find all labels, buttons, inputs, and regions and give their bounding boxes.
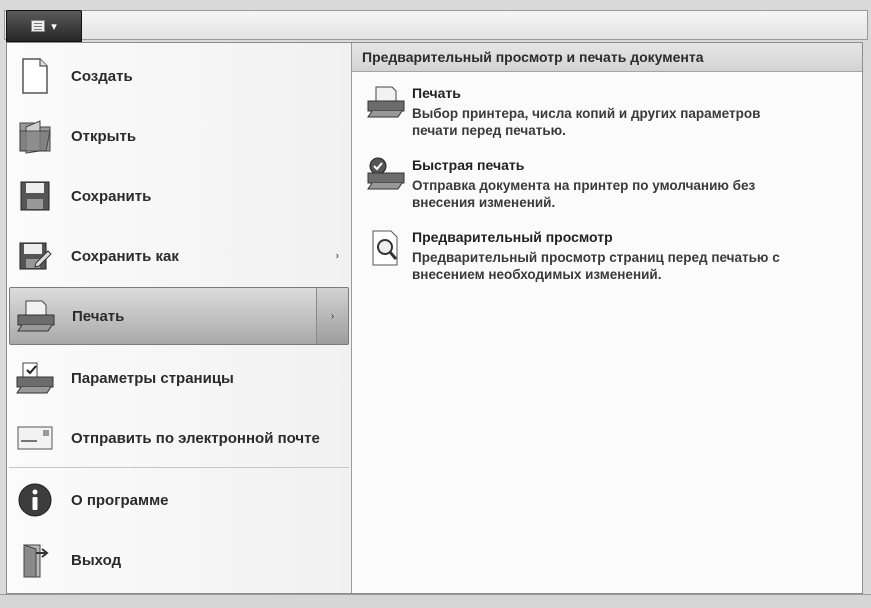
submenu-option-print-preview[interactable]: Предварительный просмотр Предварительный…: [364, 229, 844, 283]
email-icon: [13, 416, 57, 460]
option-title: Быстрая печать: [412, 157, 525, 173]
info-icon: [13, 478, 57, 522]
status-bar: [0, 594, 871, 608]
print-preview-icon: [364, 229, 408, 269]
new-document-icon: [13, 54, 57, 98]
submenu-header: Предварительный просмотр и печать докуме…: [352, 43, 862, 72]
menu-item-label: Сохранить как: [71, 247, 179, 265]
submenu-arrow-button[interactable]: ›: [316, 288, 348, 344]
submenu-panel: Предварительный просмотр и печать докуме…: [351, 43, 862, 593]
option-description: внесением необходимых изменений.: [412, 267, 662, 282]
chevron-down-icon: ▾: [51, 20, 57, 33]
menu-item-save[interactable]: Сохранить: [9, 167, 349, 225]
menu-divider: [9, 467, 349, 468]
menu-item-save-as[interactable]: Сохранить как ›: [9, 227, 349, 285]
exit-icon: [13, 538, 57, 582]
save-icon: [13, 174, 57, 218]
option-description: Выбор принтера, числа копий и других пар…: [412, 106, 761, 121]
menu-item-label: О программе: [71, 491, 169, 509]
option-title: Печать: [412, 85, 461, 101]
menu-item-label: Выход: [71, 551, 122, 569]
menu-item-new[interactable]: Создать: [9, 47, 349, 105]
menu-item-exit[interactable]: Выход: [9, 531, 349, 589]
option-description: Отправка документа на принтер по умолчан…: [412, 178, 756, 193]
app-menu-button[interactable]: ▾: [6, 10, 82, 42]
menu-item-about[interactable]: О программе: [9, 471, 349, 529]
option-title: Предварительный просмотр: [412, 229, 613, 245]
top-toolbar: [4, 10, 868, 40]
menu-item-label: Параметры страницы: [71, 369, 234, 387]
app-menu: Создать Открыть Сохранить Сохранить как …: [6, 42, 863, 594]
menu-item-label: Открыть: [71, 127, 137, 145]
menu-item-label: Создать: [71, 67, 133, 85]
menu-item-open[interactable]: Открыть: [9, 107, 349, 165]
menu-item-print[interactable]: Печать ›: [9, 287, 349, 345]
document-icon: [31, 20, 46, 32]
submenu-option-quick-print[interactable]: Быстрая печать Отправка документа на при…: [364, 157, 844, 211]
menu-item-label: Сохранить: [71, 187, 152, 205]
page-setup-icon: [13, 356, 57, 400]
printer-icon: [14, 294, 58, 338]
menu-item-label: Печать: [72, 307, 125, 325]
option-description: внесения изменений.: [412, 195, 556, 210]
open-folder-icon: [13, 114, 57, 158]
option-description: печати перед печатью.: [412, 123, 566, 138]
save-as-icon: [13, 234, 57, 278]
submenu-option-print[interactable]: Печать Выбор принтера, числа копий и дру…: [364, 85, 844, 139]
option-description: Предварительный просмотр страниц перед п…: [412, 250, 780, 265]
menu-commands: Создать Открыть Сохранить Сохранить как …: [7, 43, 351, 593]
quick-print-icon: [364, 157, 408, 197]
menu-item-label: Отправить по электронной почте: [71, 429, 320, 447]
printer-icon: [364, 85, 408, 125]
submenu-arrow-icon: ›: [335, 250, 339, 262]
menu-item-page-setup[interactable]: Параметры страницы: [9, 349, 349, 407]
menu-item-send-email[interactable]: Отправить по электронной почте: [9, 409, 349, 467]
chevron-right-icon: ›: [330, 310, 335, 322]
